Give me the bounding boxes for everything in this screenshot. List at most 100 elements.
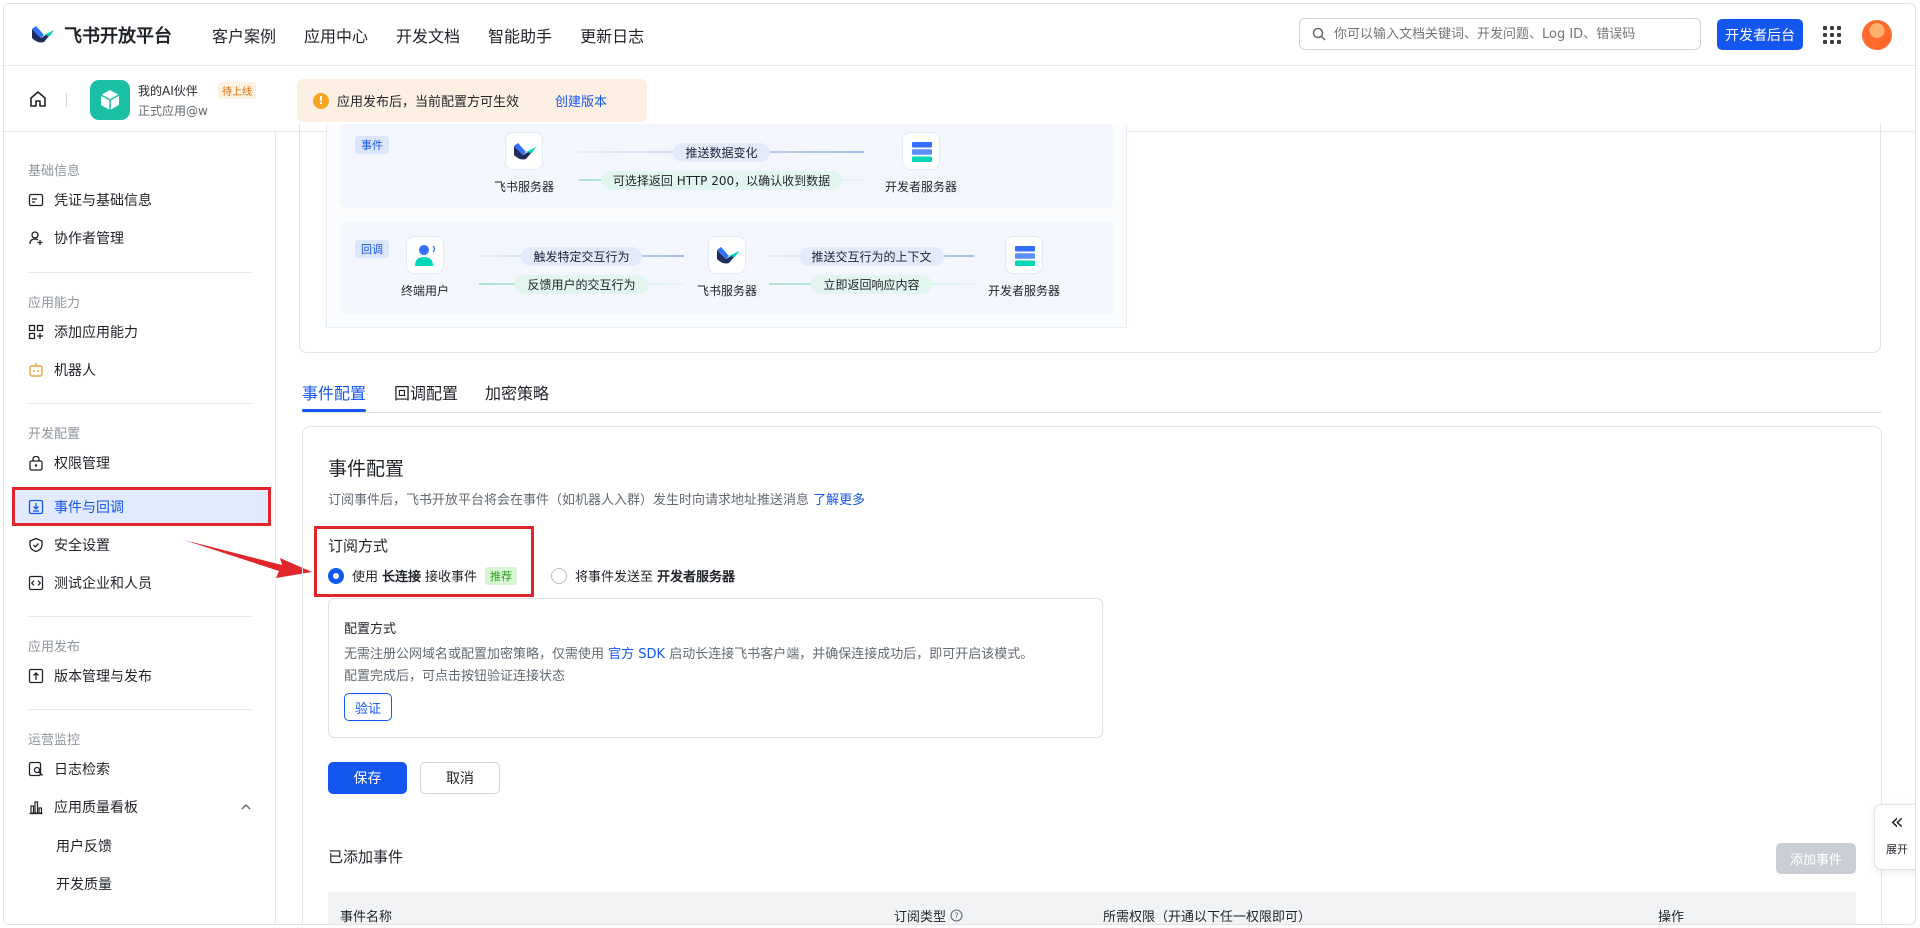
node-label: 飞书服务器 <box>696 284 757 298</box>
sidebar-item-label: 添加应用能力 <box>54 325 138 341</box>
divider <box>66 93 67 107</box>
publish-notice: ! 应用发布后，当前配置方可生效 创建版本 <box>297 79 647 122</box>
flow-feedback-interaction: 反馈用户的交互行为 <box>479 275 684 294</box>
sidebar-item-label: 日志检索 <box>54 762 110 778</box>
sidebar-item-quality-board[interactable]: 应用质量看板 <box>28 797 138 817</box>
sidebar-item-test-org[interactable]: 测试企业和人员 <box>28 573 152 593</box>
bar-chart-icon <box>29 801 43 815</box>
feishu-server-icon <box>505 132 543 170</box>
warning-icon: ! <box>313 92 329 109</box>
sidebar-group-dev: 开发配置 <box>28 427 81 442</box>
code-test-icon <box>28 575 44 591</box>
method-description: 无需注册公网域名或配置加密策略，仅需使用 官方 SDK 启动长连接飞书客户端，并… <box>344 647 1034 684</box>
tab-callback-config[interactable]: 回调配置 <box>394 380 458 404</box>
sidebar-item-bot[interactable]: 机器人 <box>28 360 96 380</box>
user-icon <box>406 236 444 274</box>
developer-console-button[interactable]: 开发者后台 <box>1717 19 1803 50</box>
event-flow-row <box>340 124 1113 208</box>
user-avatar[interactable] <box>1862 20 1892 50</box>
save-button[interactable]: 保存 <box>328 762 407 794</box>
shield-icon <box>29 537 43 553</box>
svg-text:?: ? <box>954 912 958 921</box>
sidebar-group-ops: 运营监控 <box>28 733 81 748</box>
credential-card-icon <box>28 193 44 207</box>
sidebar: 基础信息 凭证与基础信息 协作者管理 应用能力 添加应用能力 机器人 开发配置 … <box>4 132 276 924</box>
event-tag: 事件 <box>355 136 389 154</box>
divider <box>28 616 252 617</box>
tab-event-config[interactable]: 事件配置 <box>302 380 366 404</box>
sidebar-item-collaborators[interactable]: 协作者管理 <box>28 228 124 248</box>
apps-add-icon <box>28 324 44 340</box>
sidebar-item-log-search[interactable]: 日志检索 <box>28 759 110 779</box>
learn-more-link[interactable]: 了解更多 <box>813 493 865 508</box>
upload-icon <box>28 668 44 684</box>
sidebar-item-label: 协作者管理 <box>54 231 124 247</box>
radio-label: 将事件发送至 <box>575 570 654 585</box>
node-label: 开发者服务器 <box>884 180 957 194</box>
help-icon[interactable]: ? <box>950 909 963 922</box>
sidebar-item-credentials[interactable]: 凭证与基础信息 <box>28 190 152 210</box>
expand-panel-button[interactable]: « 展开 <box>1874 804 1915 870</box>
home-icon[interactable] <box>28 89 48 109</box>
cancel-button[interactable]: 取消 <box>420 762 500 794</box>
nav-link-app-center[interactable]: 应用中心 <box>304 23 368 47</box>
app-name: 我的AI伙伴 <box>138 84 198 98</box>
sidebar-item-versions[interactable]: 版本管理与发布 <box>28 666 152 686</box>
annotation-highlight-box <box>12 487 271 526</box>
search-icon <box>1312 27 1326 41</box>
app-subtitle: 正式应用@w <box>138 104 208 118</box>
nav-links: 客户案例 应用中心 开发文档 智能助手 更新日志 <box>212 23 672 47</box>
app-icon <box>90 80 130 120</box>
lock-icon <box>29 455 43 471</box>
dev-server-node: 开发者服务器 <box>979 236 1069 299</box>
add-event-button[interactable]: 添加事件 <box>1776 843 1856 874</box>
node-label: 飞书服务器 <box>493 180 554 194</box>
app-header: 我的AI伙伴 待上线 正式应用@w ! 应用发布后，当前配置方可生效 创建版本 <box>4 66 1915 132</box>
sidebar-group-basic: 基础信息 <box>28 164 81 179</box>
nav-link-changelog[interactable]: 更新日志 <box>580 23 644 47</box>
feishu-server-node: 飞书服务器 <box>479 132 569 195</box>
section-title: 事件配置 <box>328 458 405 480</box>
feishu-server-node: 飞书服务器 <box>682 236 772 299</box>
sidebar-group-ability: 应用能力 <box>28 296 81 311</box>
section-description: 订阅事件后，飞书开放平台将会在事件（如机器人入群）发生时向请求地址推送消息 了解… <box>328 489 865 508</box>
sidebar-item-security[interactable]: 安全设置 <box>28 535 110 555</box>
flow-push-data: 推送数据变化 <box>579 143 864 162</box>
flow-trigger-interaction: 触发特定交互行为 <box>479 247 684 266</box>
method-title: 配置方式 <box>344 622 397 637</box>
nav-link-cases[interactable]: 客户案例 <box>212 23 276 47</box>
server-icon <box>902 132 940 170</box>
sidebar-item-add-ability[interactable]: 添加应用能力 <box>28 322 138 342</box>
expand-label: 展开 <box>1886 843 1908 856</box>
divider <box>28 709 252 710</box>
nav-link-assistant[interactable]: 智能助手 <box>488 23 552 47</box>
column-header: 所需权限（开通以下任一权限即可） <box>1103 910 1312 925</box>
create-version-link[interactable]: 创建版本 <box>555 91 607 110</box>
divider <box>28 272 252 273</box>
chevron-up-icon[interactable] <box>240 803 252 811</box>
sidebar-item-feedback[interactable]: 用户反馈 <box>56 836 112 856</box>
annotation-highlight-box <box>314 526 534 597</box>
search-input[interactable] <box>1334 26 1674 42</box>
search-box[interactable] <box>1299 18 1701 50</box>
sidebar-item-dev-quality[interactable]: 开发质量 <box>56 874 112 894</box>
nav-link-docs[interactable]: 开发文档 <box>396 23 460 47</box>
log-search-icon <box>28 761 43 777</box>
official-sdk-link[interactable]: 官方 SDK <box>608 647 665 662</box>
end-user-node: 终端用户 <box>380 236 470 299</box>
double-chevron-left-icon: « <box>1890 810 1904 835</box>
radio-dev-server[interactable]: 将事件发送至 开发者服务器 <box>551 566 735 585</box>
tab-encryption[interactable]: 加密策略 <box>485 380 549 404</box>
radio-unchecked-icon <box>551 567 567 584</box>
radio-label-bold: 开发者服务器 <box>657 570 736 585</box>
sidebar-item-permissions[interactable]: 权限管理 <box>28 453 110 473</box>
logo[interactable]: 飞书开放平台 <box>30 22 172 48</box>
config-tabs: 事件配置 回调配置 加密策略 <box>302 372 1882 413</box>
dev-server-node: 开发者服务器 <box>876 132 966 195</box>
verify-button[interactable]: 验证 <box>344 693 392 721</box>
description-text: 订阅事件后，飞书开放平台将会在事件（如机器人入群）发生时向请求地址推送消息 <box>328 493 810 508</box>
browser-frame: 飞书开放平台 客户案例 应用中心 开发文档 智能助手 更新日志 开发者后台 <box>3 3 1916 925</box>
notice-text: 应用发布后，当前配置方可生效 <box>337 95 520 110</box>
apps-grid-icon[interactable] <box>1823 26 1841 44</box>
app-status-badge: 待上线 <box>218 82 256 99</box>
